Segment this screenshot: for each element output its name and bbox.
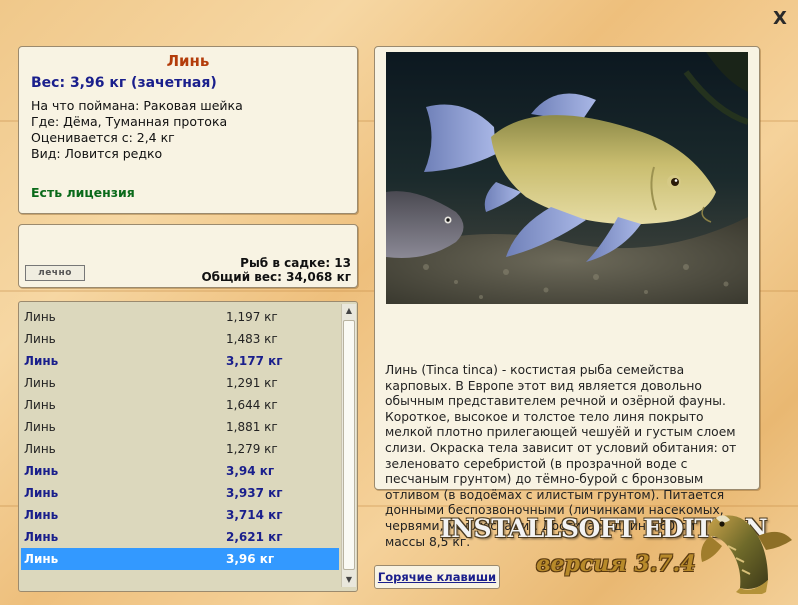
total-weight: Общий вес: 34,068 кг xyxy=(201,270,351,284)
list-item[interactable]: Линь 1,279 кг xyxy=(21,438,339,460)
scrollbar-thumb[interactable] xyxy=(343,320,355,570)
version-label: версия 3.7.4 xyxy=(536,551,696,577)
list-item[interactable]: Линь 1,291 кг xyxy=(21,372,339,394)
fish-name: Линь xyxy=(166,52,210,70)
list-item[interactable]: Линь 3,937 кг xyxy=(21,482,339,504)
catch-list[interactable]: Линь 1,197 кг Линь 1,483 кг Линь 3,177 кг Л… xyxy=(18,301,358,592)
list-item[interactable]: Линь 1,197 кг xyxy=(21,306,339,328)
scroll-down-icon[interactable]: ▼ xyxy=(342,573,356,587)
list-item[interactable]: Линь 3,177 кг xyxy=(21,350,339,372)
list-item[interactable]: Линь 1,881 кг xyxy=(21,416,339,438)
fish-bait: На что поймана: Раковая шейка xyxy=(31,98,243,113)
fish-photo xyxy=(386,52,748,304)
hotkeys-button[interactable]: Горячие клавиши xyxy=(374,565,500,589)
license-status: Есть лицензия xyxy=(31,185,135,200)
fish-count: Рыб в садке: 13 xyxy=(240,256,351,270)
keepnet-summary-panel: лечно Рыб в садке: 13 Общий вес: 34,068 … xyxy=(18,224,358,288)
list-item[interactable]: Линь 1,644 кг xyxy=(21,394,339,416)
scroll-up-icon[interactable]: ▲ xyxy=(342,304,356,318)
list-item[interactable]: Линь 2,621 кг xyxy=(21,526,339,548)
keepnet-logo: лечно xyxy=(25,265,85,281)
close-button[interactable]: X xyxy=(770,10,790,28)
fish-info-panel: Линь Вес: 3,96 кг (зачетная) На что пойм… xyxy=(18,46,358,214)
fish-kind: Вид: Ловится редко xyxy=(31,146,163,161)
fish-weight: Вес: 3,96 кг (зачетная) xyxy=(31,75,217,91)
list-item[interactable]: Линь 3,714 кг xyxy=(21,504,339,526)
list-item[interactable]: Линь 3,94 кг xyxy=(21,460,339,482)
list-scrollbar[interactable]: ▲ ▼ xyxy=(341,304,356,587)
fish-place: Где: Дёма, Туманная протока xyxy=(31,114,228,129)
pike-logo-icon xyxy=(701,515,792,594)
fish-description-panel: Линь (Tinca tinca) - костистая рыба семе… xyxy=(374,46,760,549)
fish-value: Оценивается с: 2,4 кг xyxy=(31,130,175,145)
list-item-selected[interactable]: Линь 3,96 кг xyxy=(21,548,339,570)
list-item[interactable]: Линь 1,483 кг xyxy=(21,328,339,350)
